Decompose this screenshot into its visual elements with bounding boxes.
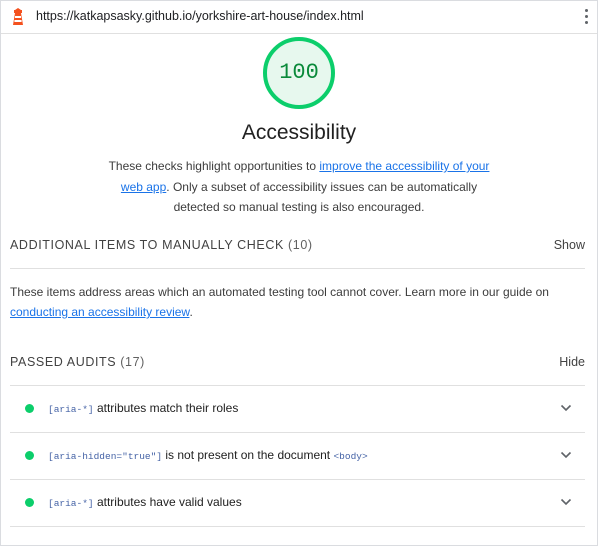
category-title: Accessibility [241,121,357,144]
chevron-down-icon[interactable] [560,403,572,413]
audit-title: [aria-hidden="true"] is not present on t… [48,448,368,462]
kebab-menu-icon[interactable] [584,9,590,27]
audit-text: attributes have valid values [93,495,242,509]
manual-show-toggle[interactable]: Show [554,238,585,252]
audit-title: [aria-*] attributes have valid values [48,495,242,509]
manual-description: These items address areas which an autom… [10,282,585,322]
manual-title-text: Additional items to manually check [10,238,284,252]
audit-code: [aria-*] [48,498,94,509]
chevron-down-icon[interactable] [560,497,572,507]
passed-title-text: Passed audits [10,355,117,369]
pass-status-dot [25,404,34,413]
manual-section-header[interactable]: Additional items to manually check (10) … [10,238,585,258]
audit-title: [aria-*] attributes match their roles [48,401,238,415]
audit-text: attributes match their roles [93,401,239,415]
passed-section-header[interactable]: Passed audits (17) Hide [10,355,585,375]
category-desc-after: . Only a subset of accessibility issues … [166,179,478,215]
accessibility-review-link[interactable]: conducting an accessibility review [10,305,189,319]
manual-desc-before: These items address areas which an autom… [10,285,549,299]
divider [10,526,585,527]
lighthouse-icon [13,8,23,25]
page-url: https://katkapsasky.github.io/yorkshire-… [36,9,364,23]
audit-code: [aria-hidden="true"] [48,451,163,462]
audit-row[interactable]: [aria-hidden="true"] is not present on t… [10,433,585,479]
passed-section-title: Passed audits (17) [10,355,145,369]
category-description: These checks highlight opportunities to … [101,156,497,218]
chevron-down-icon[interactable] [560,450,572,460]
audit-code-body: <body> [333,451,368,462]
manual-count: (10) [288,238,313,252]
passed-hide-toggle[interactable]: Hide [559,355,585,369]
category-desc-before: These checks highlight opportunities to [108,159,320,173]
score-value: 100 [279,60,319,85]
pass-status-dot [25,451,34,460]
score-gauge: 100 [263,37,335,109]
manual-desc-after: . [189,305,193,319]
top-bar: https://katkapsasky.github.io/yorkshire-… [1,1,597,34]
passed-count: (17) [120,355,145,369]
manual-section-title: Additional items to manually check (10) [10,238,313,252]
audit-row[interactable]: [aria-*] attributes match their roles [10,386,585,432]
divider [10,268,585,269]
pass-status-dot [25,498,34,507]
report-frame: https://katkapsasky.github.io/yorkshire-… [0,0,598,546]
audit-row[interactable]: [aria-*] attributes have valid values [10,480,585,526]
audit-text: is not present on the document [162,448,334,462]
audit-code: [aria-*] [48,404,94,415]
